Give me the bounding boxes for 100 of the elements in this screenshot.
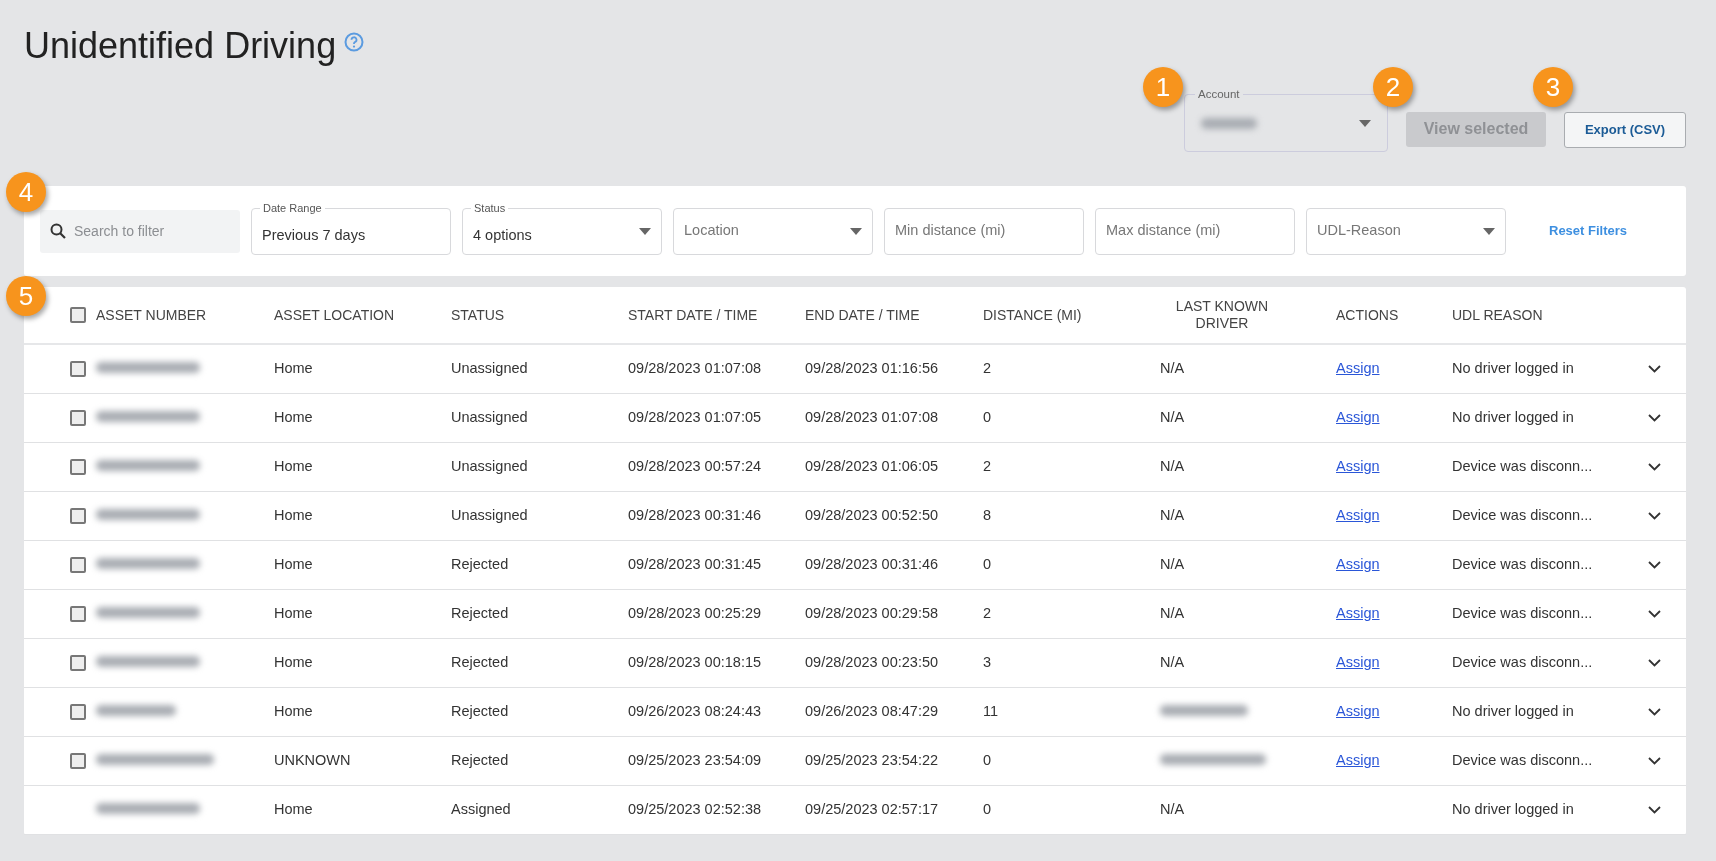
chevron-down-icon[interactable] [1648, 708, 1661, 717]
callout-number: 1 [1143, 67, 1183, 107]
table-cell-text: 09/28/2023 00:23:50 [805, 653, 940, 673]
table-cell-text: 11 [983, 702, 1000, 722]
table-cell-text: 09/28/2023 00:52:50 [805, 506, 940, 526]
assign-link[interactable]: Assign [1336, 360, 1380, 377]
chevron-down-icon[interactable] [1648, 414, 1661, 423]
table-cell-text: Home [274, 506, 314, 526]
table-cell-text: 09/26/2023 08:24:43 [628, 702, 763, 722]
assign-link[interactable]: Assign [1336, 458, 1380, 475]
row-checkbox[interactable] [70, 753, 86, 769]
assign-link[interactable]: Assign [1336, 654, 1380, 671]
assign-link[interactable]: Assign [1336, 556, 1380, 573]
row-checkbox[interactable] [70, 410, 86, 426]
table-cell-text: 2 [983, 604, 993, 624]
row-checkbox[interactable] [70, 557, 86, 573]
table-cell-text: Device was disconn... [1452, 604, 1594, 624]
caret-icon [639, 227, 651, 235]
table-cell-text: 09/28/2023 00:31:46 [628, 506, 763, 526]
table-cell-text: 2 [983, 457, 993, 477]
dropdown-field[interactable]: UDL-Reason [1306, 207, 1506, 255]
row-checkbox[interactable] [70, 704, 86, 720]
table-cell: N/A [1160, 360, 1185, 377]
input-field[interactable]: Min distance (mi) [884, 207, 1084, 255]
table-cell-text: Home [274, 604, 314, 624]
chevron-down-icon[interactable] [1648, 365, 1661, 374]
row-checkbox[interactable] [70, 606, 86, 622]
column-header: ASSET NUMBER [96, 305, 208, 325]
table-cell-text: No driver logged in [1452, 359, 1575, 379]
table-cell-text: 09/28/2023 01:06:05 [805, 457, 940, 477]
export-button[interactable]: Export (CSV) [1564, 112, 1686, 148]
table-cell-text: 09/26/2023 08:47:29 [805, 702, 940, 722]
table-cell-text: Device was disconn... [1452, 555, 1594, 575]
table-cell: N/A [1160, 507, 1185, 524]
field-placeholder: Location [684, 221, 739, 241]
field-placeholder: Min distance (mi) [895, 221, 1006, 241]
chevron-down-icon[interactable] [1648, 512, 1661, 521]
table-cell-text: Rejected [451, 751, 510, 771]
chevron-down-icon[interactable] [1648, 463, 1661, 472]
column-header: ACTIONS [1336, 305, 1400, 325]
page-title: Unidentified Driving [24, 24, 337, 68]
chevron-down-icon[interactable] [1648, 610, 1661, 619]
table-cell-text: 0 [983, 751, 993, 771]
row-checkbox[interactable] [70, 459, 86, 475]
table-cell-text: No driver logged in [1452, 702, 1575, 722]
table-cell-text: Home [274, 702, 314, 722]
table-cell-text: Unassigned [451, 457, 529, 477]
table-cell-text: 8 [983, 506, 993, 526]
column-header: DISTANCE (MI) [983, 305, 1083, 325]
table-cell-text: 0 [983, 800, 993, 820]
table-cell-text: Rejected [451, 653, 510, 673]
chevron-down-icon[interactable] [1648, 806, 1661, 815]
table-cell-text: 09/28/2023 01:07:08 [628, 359, 763, 379]
table-cell-text: UNKNOWN [274, 751, 352, 771]
table-cell-text: 09/25/2023 02:52:38 [628, 800, 763, 820]
reset-filters-link[interactable]: Reset Filters [1549, 221, 1628, 241]
select-all-checkbox[interactable] [70, 307, 86, 323]
callout-number: 3 [1533, 67, 1573, 107]
table-cell-text: 09/28/2023 00:31:46 [805, 555, 940, 575]
table-cell-text: 09/28/2023 00:18:15 [628, 653, 763, 673]
table-cell-text: Home [274, 457, 314, 477]
chevron-down-icon[interactable] [1648, 561, 1661, 570]
table-cell-text: Home [274, 653, 314, 673]
row-checkbox[interactable] [70, 361, 86, 377]
table-cell-text: Rejected [451, 702, 510, 722]
row-checkbox[interactable] [70, 655, 86, 671]
row-checkbox[interactable] [70, 508, 86, 524]
callout-number: 5 [6, 276, 46, 316]
field-value: 4 options [473, 226, 532, 246]
assign-link[interactable]: Assign [1336, 703, 1380, 720]
input-field[interactable]: Max distance (mi) [1095, 207, 1295, 255]
table-cell: N/A [1160, 409, 1185, 426]
table-cell-text: Device was disconn... [1452, 457, 1594, 477]
table-cell-text: 09/25/2023 02:57:17 [805, 800, 940, 820]
assign-link[interactable]: Assign [1336, 605, 1380, 622]
table-cell: N/A [1160, 458, 1185, 475]
table-cell-text: 09/28/2023 00:31:45 [628, 555, 763, 575]
field-value: Previous 7 days [262, 226, 366, 246]
table-cell-text: Device was disconn... [1452, 506, 1594, 526]
assign-link[interactable]: Assign [1336, 507, 1380, 524]
field-placeholder: Max distance (mi) [1106, 221, 1221, 241]
column-header: START DATE / TIME [628, 305, 759, 325]
chevron-down-icon[interactable] [1648, 659, 1661, 668]
callout-number: 4 [6, 172, 46, 212]
table-cell-text: Unassigned [451, 506, 529, 526]
column-header: LAST KNOWN DRIVER [1174, 297, 1270, 333]
field-placeholder: UDL-Reason [1317, 221, 1401, 241]
table-cell-text: No driver logged in [1452, 408, 1575, 428]
chevron-down-icon[interactable] [1648, 757, 1661, 766]
help-icon[interactable] [344, 32, 365, 52]
table-cell-text: Unassigned [451, 408, 529, 428]
search-field[interactable]: Search to filter [40, 209, 240, 253]
assign-link[interactable]: Assign [1336, 752, 1380, 769]
table-cell-text: 09/28/2023 00:29:58 [805, 604, 940, 624]
assign-link[interactable]: Assign [1336, 409, 1380, 426]
dropdown-field[interactable]: Location [673, 207, 873, 255]
column-header: STATUS [451, 305, 506, 325]
search-icon [50, 222, 66, 239]
table-cell-text: Device was disconn... [1452, 653, 1594, 673]
column-header: ASSET LOCATION [274, 305, 396, 325]
